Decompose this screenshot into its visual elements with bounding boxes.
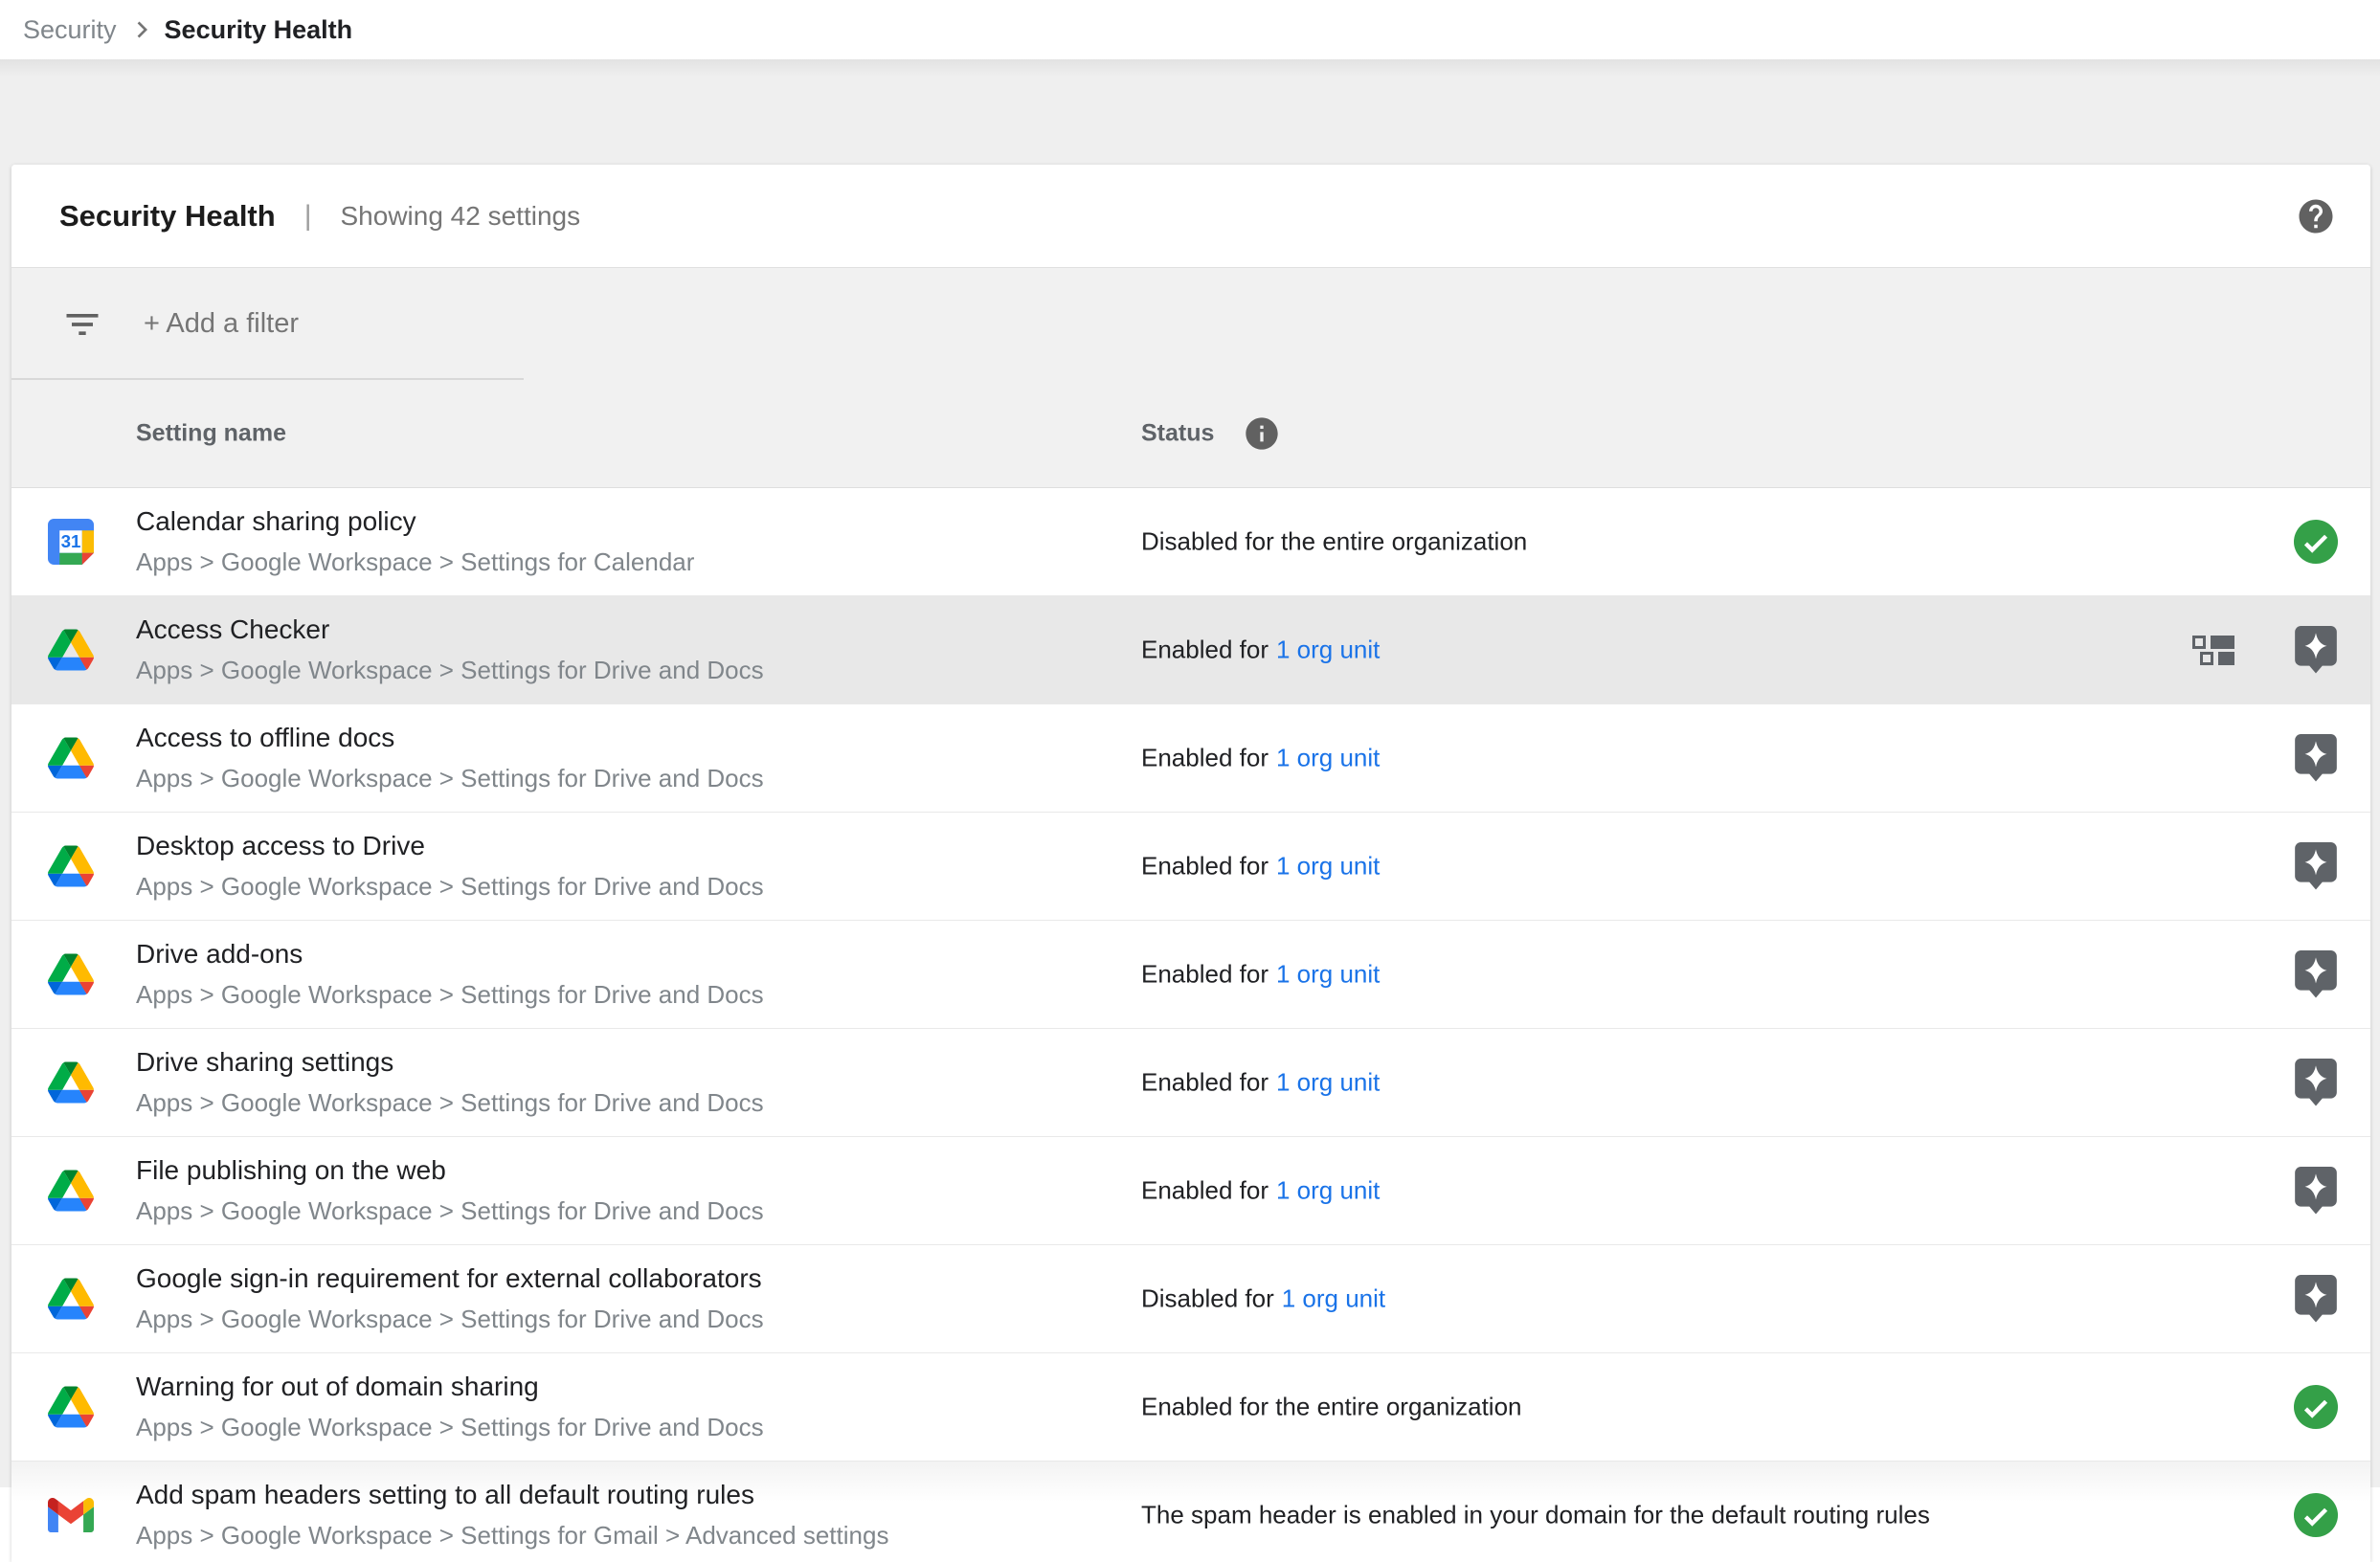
breadcrumb-security-health: Security Health: [165, 15, 353, 45]
breadcrumb-security[interactable]: Security: [23, 15, 117, 45]
help-icon[interactable]: [2296, 196, 2336, 236]
status-text: Disabled for: [1141, 1284, 1274, 1314]
setting-name: File publishing on the web: [136, 1155, 764, 1186]
setting-name: Google sign-in requirement for external …: [136, 1263, 764, 1294]
org-unit-link[interactable]: 1 org unit: [1276, 852, 1380, 881]
table-row[interactable]: Access to offline docs Apps > Google Wor…: [11, 704, 2370, 813]
table-row[interactable]: Drive add-ons Apps > Google Workspace > …: [11, 921, 2370, 1029]
setting-path: Apps > Google Workspace > Settings for D…: [136, 764, 764, 793]
drive-icon: [48, 1168, 94, 1214]
drive-icon: [48, 1060, 94, 1105]
table-row[interactable]: Desktop access to Drive Apps > Google Wo…: [11, 813, 2370, 921]
setting-name: Warning for out of domain sharing: [136, 1372, 764, 1402]
recommendation-badge-icon[interactable]: [2294, 1166, 2338, 1216]
filter-bar: + Add a filter: [11, 268, 2370, 380]
table-row[interactable]: Google sign-in requirement for external …: [11, 1245, 2370, 1353]
setting-path: Apps > Google Workspace > Settings for D…: [136, 872, 764, 902]
status-cell: Disabled for 1 org unit: [1141, 1284, 1385, 1314]
column-status: Status: [1141, 420, 1214, 448]
status-cell: Enabled for 1 org unit: [1141, 636, 1380, 665]
drive-icon: [48, 1384, 94, 1430]
setting-name: Drive add-ons: [136, 939, 764, 970]
setting-path: Apps > Google Workspace > Settings for D…: [136, 1088, 764, 1118]
status-cell: Enabled for 1 org unit: [1141, 852, 1380, 881]
filter-list-icon[interactable]: [61, 303, 103, 346]
org-unit-link[interactable]: 1 org unit: [1276, 1068, 1380, 1098]
setting-path: Apps > Google Workspace > Settings for D…: [136, 1413, 764, 1442]
setting-path: Apps > Google Workspace > Settings for D…: [136, 1305, 764, 1334]
title-separator: |: [304, 200, 312, 233]
status-text: Enabled for: [1141, 1068, 1269, 1098]
page-background: Security Health | Showing 42 settings + …: [0, 59, 2380, 1487]
status-cell: Disabled for the entire organization: [1141, 527, 1527, 557]
recommendation-badge-icon[interactable]: [2294, 733, 2338, 783]
recommendation-badge-icon[interactable]: [2294, 1274, 2338, 1324]
drive-icon: [48, 627, 94, 673]
status-cell: Enabled for 1 org unit: [1141, 960, 1380, 990]
setting-name: Drive sharing settings: [136, 1047, 764, 1078]
status-text: Disabled for the entire organization: [1141, 527, 1527, 557]
status-text: Enabled for: [1141, 636, 1269, 665]
table-row[interactable]: Add spam headers setting to all default …: [11, 1462, 2370, 1562]
chevron-right-icon: [126, 15, 155, 44]
security-health-card: Security Health | Showing 42 settings + …: [11, 165, 2370, 1562]
org-unit-link[interactable]: 1 org unit: [1276, 636, 1380, 665]
status-cell: Enabled for the entire organization: [1141, 1393, 1522, 1422]
ok-check-icon: [2294, 520, 2338, 564]
status-cell: Enabled for 1 org unit: [1141, 744, 1380, 773]
recommendation-badge-icon[interactable]: [2294, 949, 2338, 999]
drive-icon: [48, 843, 94, 889]
status-cell: Enabled for 1 org unit: [1141, 1176, 1380, 1206]
info-icon[interactable]: [1243, 414, 1281, 453]
setting-name: Calendar sharing policy: [136, 506, 694, 537]
settings-count: Showing 42 settings: [341, 201, 581, 232]
setting-path: Apps > Google Workspace > Settings for D…: [136, 1196, 764, 1226]
column-setting-name: Setting name: [136, 420, 286, 448]
card-header: Security Health | Showing 42 settings: [11, 165, 2370, 268]
org-unit-link[interactable]: 1 org unit: [1282, 1284, 1385, 1314]
table-row[interactable]: Drive sharing settings Apps > Google Wor…: [11, 1029, 2370, 1137]
table-row[interactable]: File publishing on the web Apps > Google…: [11, 1137, 2370, 1245]
setting-path: Apps > Google Workspace > Settings for C…: [136, 547, 694, 577]
add-filter-button[interactable]: + Add a filter: [144, 308, 299, 340]
table-row[interactable]: 31 Calendar sharing policy Apps > Google…: [11, 488, 2370, 596]
status-cell: Enabled for 1 org unit: [1141, 1068, 1380, 1098]
recommendation-badge-icon[interactable]: [2294, 841, 2338, 891]
setting-path: Apps > Google Workspace > Settings for D…: [136, 656, 764, 685]
setting-name: Access Checker: [136, 614, 764, 645]
table-row[interactable]: Warning for out of domain sharing Apps >…: [11, 1353, 2370, 1462]
status-text: The spam header is enabled in your domai…: [1141, 1501, 1930, 1530]
rule-icon[interactable]: [2192, 634, 2234, 666]
status-text: Enabled for: [1141, 744, 1269, 773]
status-cell: The spam header is enabled in your domai…: [1141, 1501, 1930, 1530]
ok-check-icon: [2294, 1493, 2338, 1537]
page-title: Security Health: [59, 199, 276, 234]
ok-check-icon: [2294, 1385, 2338, 1429]
drive-icon: [48, 735, 94, 781]
table-row[interactable]: Access Checker Apps > Google Workspace >…: [11, 596, 2370, 704]
setting-name: Add spam headers setting to all default …: [136, 1480, 888, 1510]
status-text: Enabled for the entire organization: [1141, 1393, 1522, 1422]
recommendation-badge-icon[interactable]: [2294, 625, 2338, 675]
breadcrumb: Security Security Health: [0, 0, 2380, 59]
org-unit-link[interactable]: 1 org unit: [1276, 960, 1380, 990]
status-text: Enabled for: [1141, 960, 1269, 990]
calendar-icon: 31: [48, 519, 94, 565]
status-text: Enabled for: [1141, 1176, 1269, 1206]
setting-name: Access to offline docs: [136, 723, 764, 753]
setting-name: Desktop access to Drive: [136, 831, 764, 861]
recommendation-badge-icon[interactable]: [2294, 1058, 2338, 1107]
table-header-row: Setting name Status: [11, 380, 2370, 488]
status-text: Enabled for: [1141, 852, 1269, 881]
gmail-icon: [48, 1498, 94, 1532]
svg-text:31: 31: [61, 531, 81, 551]
drive-icon: [48, 1276, 94, 1322]
drive-icon: [48, 951, 94, 997]
setting-path: Apps > Google Workspace > Settings for G…: [136, 1521, 888, 1551]
org-unit-link[interactable]: 1 org unit: [1276, 1176, 1380, 1206]
org-unit-link[interactable]: 1 org unit: [1276, 744, 1380, 773]
setting-path: Apps > Google Workspace > Settings for D…: [136, 980, 764, 1010]
